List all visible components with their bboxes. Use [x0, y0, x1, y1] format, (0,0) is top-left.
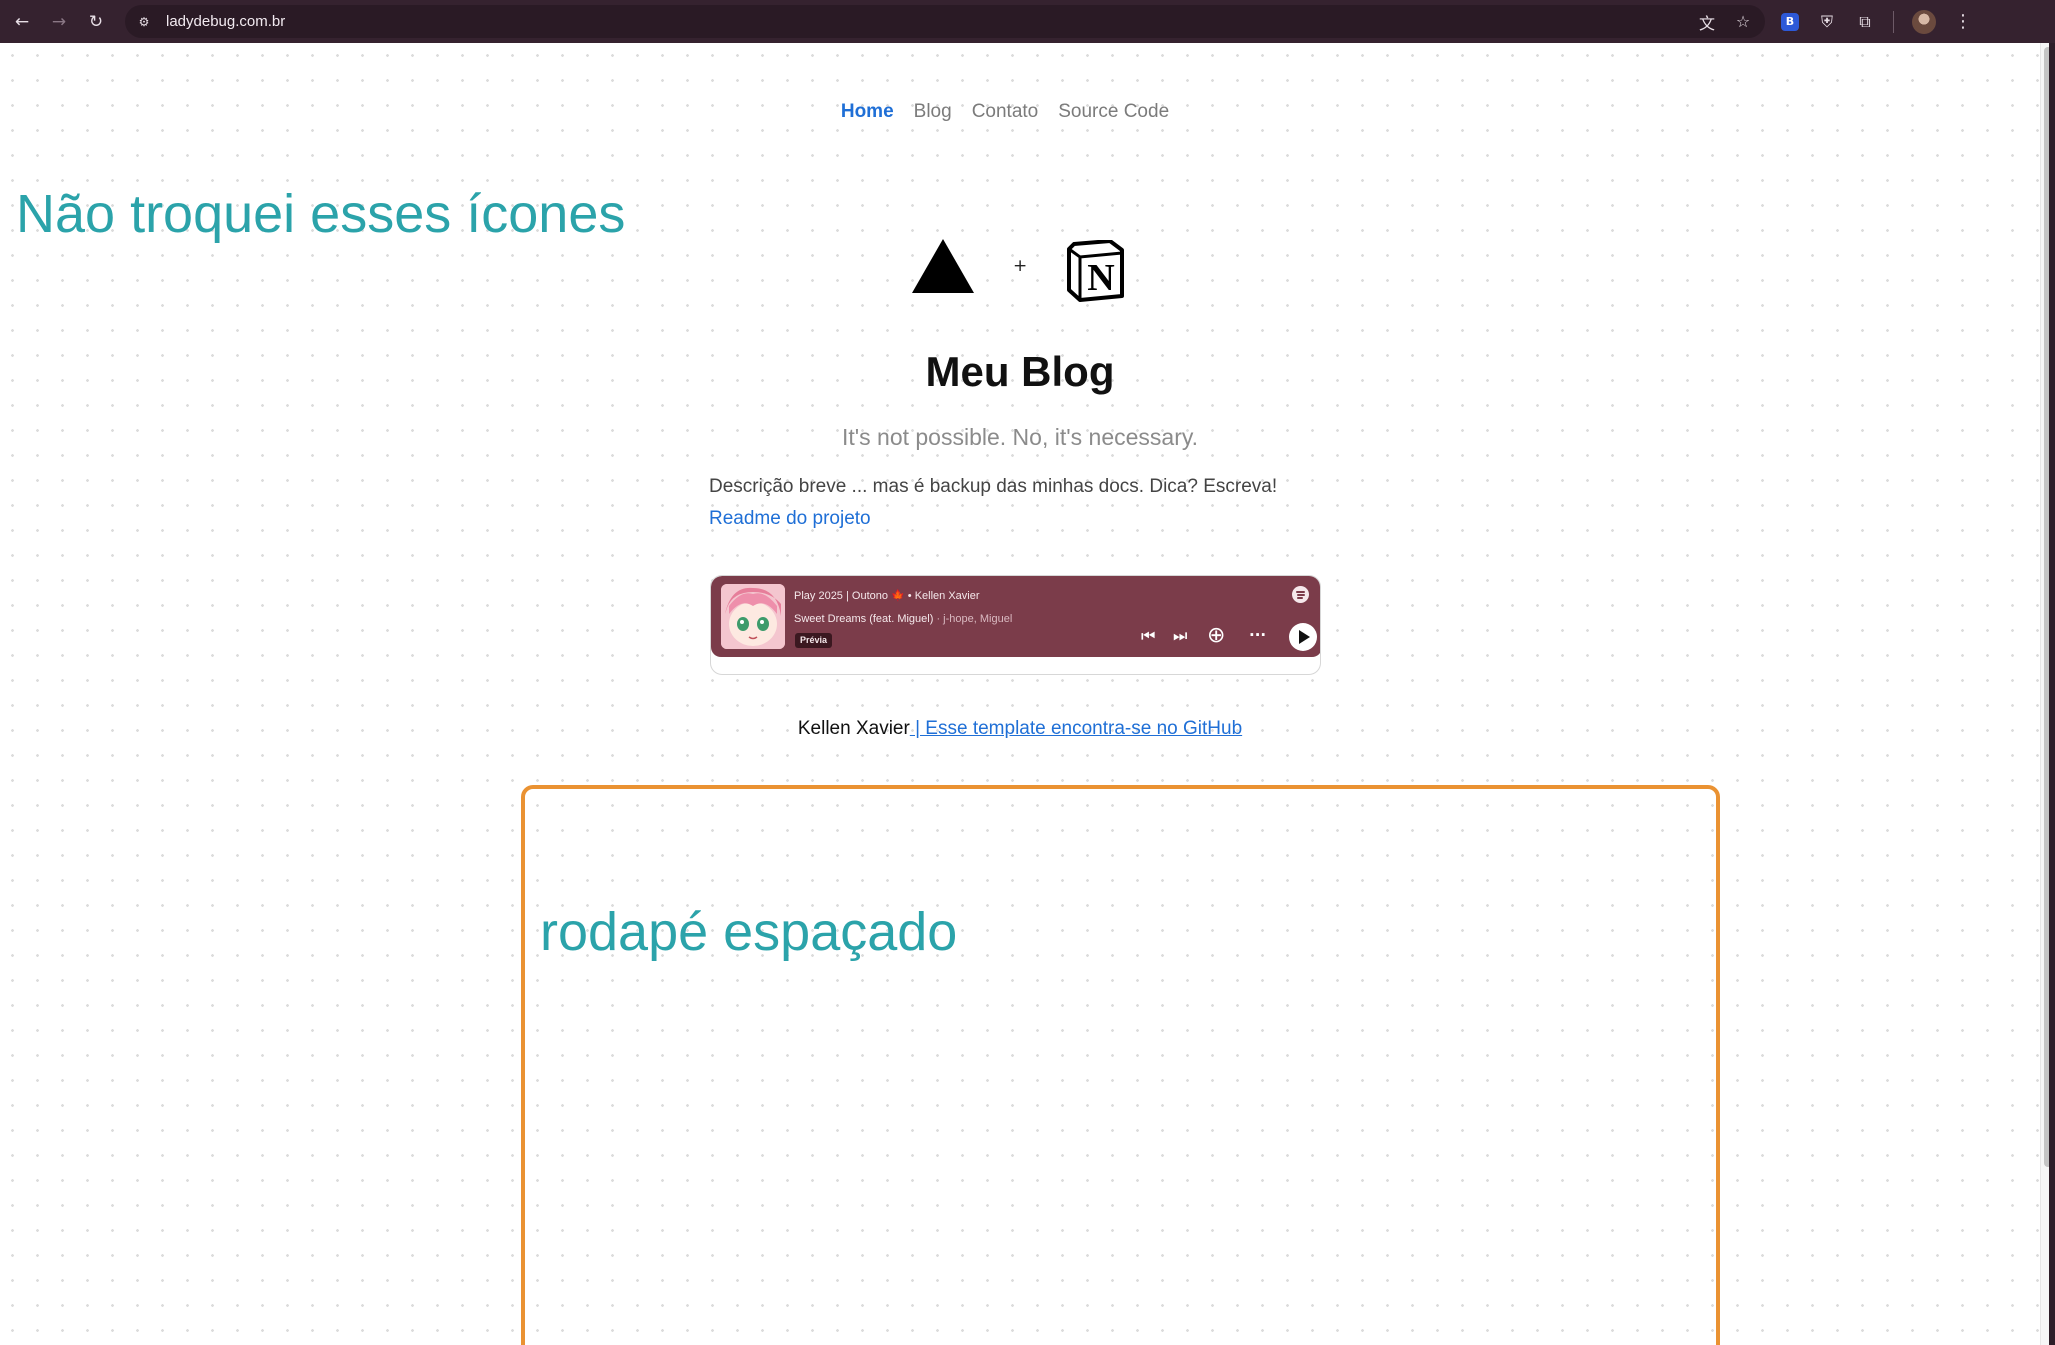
shield-extension-icon[interactable]: ⛨: [1817, 12, 1837, 32]
spotify-embed[interactable]: Play 2025 | Outono 🍁 • Kellen Xavier Swe…: [710, 575, 1321, 675]
annotation-footer-note: rodapé espaçado: [540, 902, 958, 962]
preview-badge: Prévia: [795, 633, 833, 648]
add-to-library-icon[interactable]: ⊕: [1207, 623, 1225, 648]
back-button[interactable]: ←: [7, 7, 37, 37]
spotify-logo-icon[interactable]: [1292, 586, 1309, 603]
bookmark-star-icon[interactable]: ☆: [1733, 12, 1753, 31]
nav-blog-link[interactable]: Blog: [914, 101, 952, 123]
reload-button[interactable]: ↻: [81, 7, 111, 37]
address-bar-actions: 文 ☆: [1697, 10, 1765, 34]
forward-arrow-icon: →: [51, 11, 67, 32]
play-button[interactable]: [1289, 623, 1317, 651]
notion-letter: N: [1087, 257, 1114, 299]
forward-button[interactable]: →: [44, 7, 74, 37]
extensions-puzzle-icon[interactable]: ⧉: [1855, 12, 1875, 32]
site-info-icon[interactable]: ⚙: [135, 13, 153, 31]
site-navigation: Home Blog Contato Source Code: [0, 101, 2040, 123]
github-template-link[interactable]: | Esse template encontra-se no GitHub: [910, 718, 1242, 739]
extensions-area: B ⛨ ⧉ ⋮: [1781, 9, 1986, 34]
spotify-artists[interactable]: · j-hope, Miguel: [936, 613, 1012, 625]
annotation-highlight-box: [521, 785, 1720, 1345]
plus-sign: +: [1013, 256, 1028, 276]
next-track-icon[interactable]: ⏭: [1173, 626, 1187, 646]
nav-source-code-link[interactable]: Source Code: [1058, 101, 1169, 123]
toolbar-divider: [1893, 10, 1894, 33]
browser-toolbar: ← → ↻ ⚙ ladydebug.com.br 文 ☆ B ⛨ ⧉ ⋮: [0, 0, 2055, 43]
more-options-icon[interactable]: ···: [1249, 626, 1266, 644]
footer-credit: Kellen Xavier | Esse template encontra-s…: [0, 718, 2040, 740]
previous-track-icon[interactable]: ⏮: [1141, 626, 1155, 646]
spotify-playlist-title[interactable]: Play 2025 | Outono 🍁 • Kellen Xavier: [794, 589, 980, 602]
nav-contato-link[interactable]: Contato: [972, 101, 1039, 123]
play-icon: [1299, 630, 1310, 644]
address-bar[interactable]: ⚙ ladydebug.com.br 文 ☆: [125, 5, 1765, 38]
translate-icon[interactable]: 文: [1697, 10, 1717, 34]
footer-author: Kellen Xavier: [797, 718, 910, 739]
annotation-icons-note: Não troquei esses ícones: [16, 184, 626, 244]
back-arrow-icon: ←: [14, 11, 30, 32]
page-title: Meu Blog: [925, 348, 1115, 395]
window-edge: [2049, 43, 2055, 1345]
vercel-triangle-icon: [912, 239, 974, 293]
notion-logo-icon: N: [1067, 240, 1124, 302]
page-subtitle: It's not possible. No, it's necessary.: [841, 424, 1199, 450]
reload-icon: ↻: [88, 11, 104, 32]
logo-row: + N: [910, 196, 1130, 302]
spotify-card: Play 2025 | Outono 🍁 • Kellen Xavier Swe…: [711, 576, 1320, 657]
readme-link[interactable]: Readme do projeto: [709, 508, 871, 530]
spotify-track-line: Sweet Dreams (feat. Miguel) · j-hope, Mi…: [794, 613, 1012, 625]
bitwarden-extension-icon[interactable]: B: [1781, 12, 1799, 31]
browser-menu-icon[interactable]: ⋮: [1954, 11, 1972, 32]
album-art-image[interactable]: [721, 584, 785, 649]
profile-avatar[interactable]: [1912, 9, 1936, 34]
nav-home-link[interactable]: Home: [841, 101, 894, 123]
page-content: Home Blog Contato Source Code Não troque…: [0, 43, 2040, 1345]
url-text[interactable]: ladydebug.com.br: [166, 13, 285, 30]
spotify-track-title[interactable]: Sweet Dreams (feat. Miguel): [794, 613, 933, 625]
blog-description: Descrição breve ... mas é backup das min…: [709, 476, 1278, 497]
